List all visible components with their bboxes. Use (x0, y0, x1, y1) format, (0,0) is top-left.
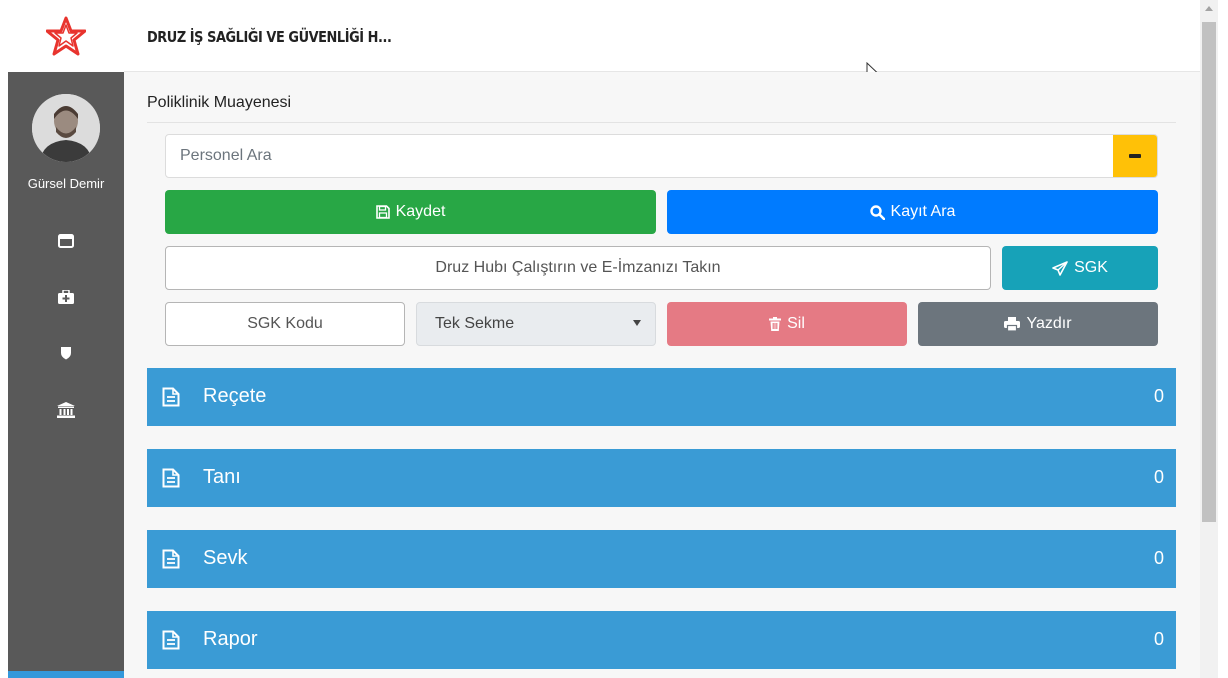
top-bar: DRUZ İŞ SAĞLIĞI VE GÜVENLİĞİ H... (124, 0, 1200, 81)
shield-icon[interactable] (54, 341, 78, 365)
e-signature-button-label: Druz Hubı Çalıştırın ve E-İmzanızı Takın (435, 259, 721, 276)
minus-icon (1129, 154, 1141, 158)
search-icon (869, 204, 885, 220)
logo[interactable] (8, 0, 124, 72)
sgk-code-button-label: SGK Kodu (247, 315, 323, 332)
find-record-button[interactable]: Kayıt Ara (667, 190, 1158, 234)
document-icon (162, 549, 180, 569)
title-divider (147, 122, 1176, 123)
chevron-down-icon (633, 320, 641, 326)
save-button[interactable]: Kaydet (165, 190, 656, 234)
find-record-button-label: Kayıt Ara (890, 203, 956, 220)
vertical-scrollbar[interactable] (1200, 0, 1218, 678)
scroll-up-arrow-icon[interactable] (1205, 6, 1213, 11)
document-icon (162, 387, 180, 407)
tab-mode-select-value: Tek Sekme (435, 315, 515, 332)
save-button-label: Kaydet (395, 203, 446, 220)
app-title: DRUZ İŞ SAĞLIĞI VE GÜVENLİĞİ H... (147, 28, 392, 46)
personnel-search (165, 134, 1158, 178)
printer-icon (1004, 317, 1021, 331)
avatar[interactable] (32, 94, 100, 162)
print-button[interactable]: Yazdır (918, 302, 1158, 346)
scrollbar-thumb[interactable] (1202, 22, 1216, 522)
panel-count: 0 (1153, 548, 1164, 568)
document-icon (162, 468, 180, 488)
window-edge (1218, 0, 1228, 678)
sidebar-active-indicator (8, 671, 124, 678)
sgk-button[interactable]: SGK (1002, 246, 1158, 290)
panel-tani[interactable]: Tanı 0 (147, 449, 1176, 507)
sgk-button-label: SGK (1074, 259, 1108, 276)
bank-icon[interactable] (54, 398, 78, 422)
e-signature-button[interactable]: Druz Hubı Çalıştırın ve E-İmzanızı Takın (165, 246, 991, 290)
tab-mode-select[interactable]: Tek Sekme (416, 302, 656, 346)
paper-plane-icon (1052, 260, 1068, 276)
document-icon (162, 630, 180, 650)
panel-count: 0 (1153, 467, 1164, 487)
trash-icon (769, 317, 782, 331)
delete-button-label: Sil (787, 315, 805, 332)
app-window: Gürsel Demir DRUZ İŞ SAĞLIĞI VE GÜVENLİĞ… (0, 0, 1228, 678)
personnel-search-input[interactable] (166, 135, 1114, 177)
print-button-label: Yazdır (1026, 315, 1072, 332)
panel-recete[interactable]: Reçete 0 (147, 368, 1176, 426)
panel-label: Reçete (203, 385, 267, 407)
window-icon[interactable] (54, 229, 78, 253)
user-photo-icon (32, 94, 100, 162)
sgk-code-button[interactable]: SGK Kodu (165, 302, 405, 346)
user-name: Gürsel Demir (27, 176, 105, 191)
floppy-disk-icon (375, 205, 390, 219)
panel-sevk[interactable]: Sevk 0 (147, 530, 1176, 588)
page-title: Poliklinik Muayenesi (147, 94, 292, 111)
panel-count: 0 (1153, 386, 1164, 406)
first-aid-kit-icon[interactable] (54, 285, 78, 309)
panel-label: Tanı (203, 466, 241, 488)
panel-rapor[interactable]: Rapor 0 (147, 611, 1176, 669)
delete-button[interactable]: Sil (667, 302, 907, 346)
star-logo-icon (46, 16, 86, 56)
panel-label: Sevk (203, 547, 248, 569)
sidebar: Gürsel Demir (8, 0, 124, 678)
panel-count: 0 (1153, 629, 1164, 649)
main-content: Poliklinik Muayenesi Kaydet Kayıt Ara Dr… (124, 72, 1200, 678)
panel-label: Rapor (203, 628, 258, 650)
collapse-search-button[interactable] (1113, 135, 1157, 177)
